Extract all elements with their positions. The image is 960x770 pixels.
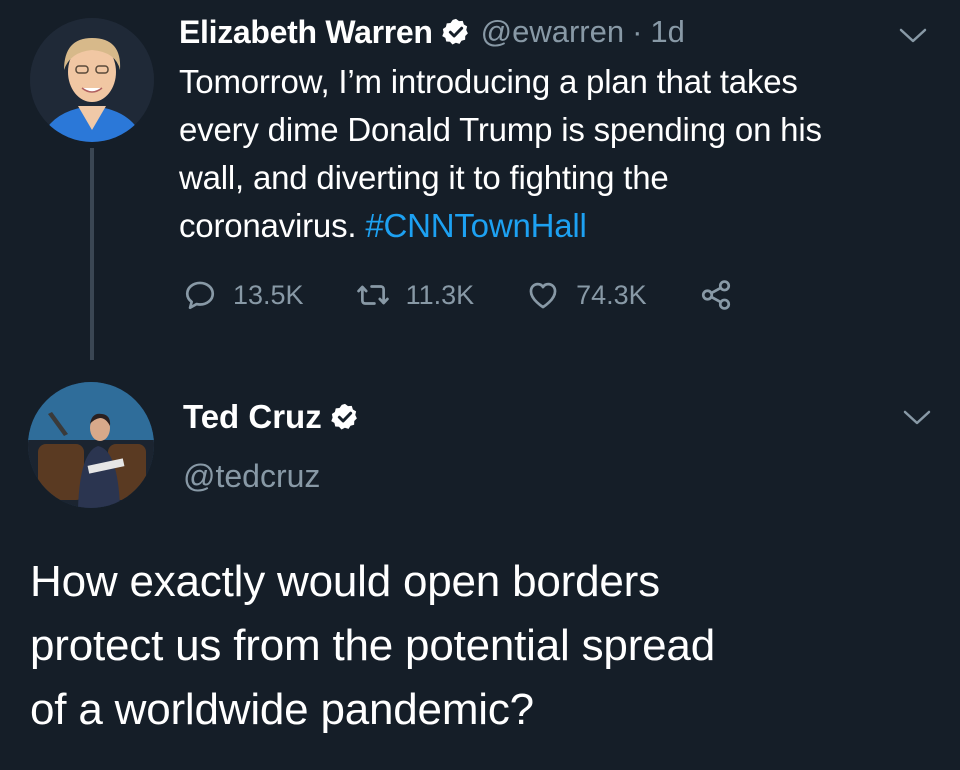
- retweet-count: 11.3K: [405, 279, 475, 310]
- like-button[interactable]: 74.3K: [526, 278, 647, 312]
- avatar-cruz-image: [28, 382, 154, 508]
- tweet2-text-line: How exactly would open borders: [30, 557, 660, 606]
- avatar-warren[interactable]: [30, 18, 154, 142]
- tweet1-author-handle[interactable]: @ewarren: [481, 14, 624, 50]
- tweet1-text-line: Tomorrow, I’m introducing a plan that ta…: [179, 63, 798, 100]
- verified-badge-icon: [330, 403, 357, 430]
- chevron-down-icon[interactable]: [902, 408, 932, 428]
- share-button[interactable]: [699, 278, 733, 312]
- tweet1-text-line: wall, and diverting it to fighting the: [179, 159, 669, 196]
- verified-badge-icon: [441, 18, 468, 45]
- tweet1-timestamp[interactable]: 1d: [650, 14, 684, 50]
- avatar-warren-image: [30, 18, 154, 142]
- avatar-cruz[interactable]: [28, 382, 154, 508]
- thread-connector-line: [90, 148, 94, 360]
- like-count: 74.3K: [576, 279, 647, 310]
- tweet2-author-name[interactable]: Ted Cruz: [183, 398, 322, 436]
- tweet2-author-row: Ted Cruz: [183, 398, 360, 436]
- tweet2-text-line: protect us from the potential spread: [30, 621, 715, 670]
- chevron-down-icon[interactable]: [898, 26, 928, 46]
- tweet1-author-name[interactable]: Elizabeth Warren: [179, 14, 433, 51]
- tweet1-text-line-last: coronavirus. #CNNTownHall: [179, 202, 939, 250]
- tweet2-text: How exactly would open borders protect u…: [30, 550, 950, 742]
- tweet-thread-screen: Elizabeth Warren @ewarren · 1d Tomorrow,…: [0, 0, 960, 770]
- share-icon: [701, 280, 730, 310]
- retweet-icon: [356, 285, 389, 305]
- tweet1-action-bar: 13.5K 11.3K 74.3K: [183, 275, 785, 315]
- hashtag-link[interactable]: #CNNTownHall: [365, 207, 587, 244]
- tweet1-header: Elizabeth Warren @ewarren · 1d: [179, 12, 685, 52]
- tweet1-text-end: coronavirus.: [179, 207, 357, 244]
- tweet1-separator: ·: [632, 14, 643, 49]
- tweet1-text-line: every dime Donald Trump is spending on h…: [179, 111, 822, 148]
- reply-button[interactable]: 13.5K: [183, 278, 304, 312]
- heart-icon: [529, 282, 557, 309]
- reply-icon: [185, 281, 215, 310]
- tweet1-text: Tomorrow, I’m introducing a plan that ta…: [179, 58, 939, 250]
- tweet2-text-line: of a worldwide pandemic?: [30, 685, 534, 734]
- reply-count: 13.5K: [233, 279, 304, 310]
- retweet-button[interactable]: 11.3K: [356, 278, 475, 312]
- tweet2-author-handle[interactable]: @tedcruz: [183, 458, 320, 495]
